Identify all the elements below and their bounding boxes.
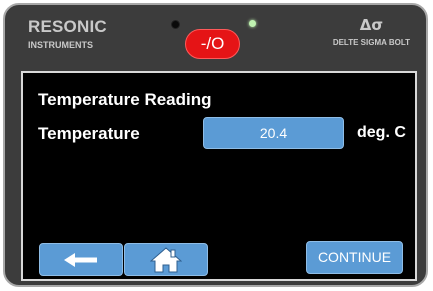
power-button[interactable]: -/O [185, 29, 240, 59]
arrow-left-icon [64, 252, 97, 267]
display-screen: Temperature Reading Temperature 20.4 deg… [21, 71, 417, 281]
back-button[interactable] [39, 243, 123, 276]
brand-subtitle: INSTRUMENTS [28, 40, 93, 50]
brand-logo: RESONIC INSTRUMENTS [28, 18, 107, 50]
status-led-left [171, 20, 180, 29]
screen-title: Temperature Reading [38, 90, 212, 109]
continue-button[interactable]: CONTINUE [306, 241, 403, 274]
status-led-right [249, 20, 256, 27]
home-icon [150, 246, 182, 272]
model-symbol: Δσ [359, 16, 384, 34]
temperature-unit: deg. C [357, 124, 406, 141]
model-badge: Δσ DELTE SIGMA BOLT [333, 18, 410, 47]
model-name: DELTE SIGMA BOLT [332, 38, 410, 47]
brand-name: RESONIC [28, 17, 107, 36]
home-button[interactable] [124, 243, 208, 276]
temperature-label: Temperature [38, 124, 140, 143]
temperature-value-field[interactable]: 20.4 [203, 117, 344, 149]
device-bezel: RESONIC INSTRUMENTS -/O Δσ DELTE SIGMA B… [3, 3, 428, 287]
